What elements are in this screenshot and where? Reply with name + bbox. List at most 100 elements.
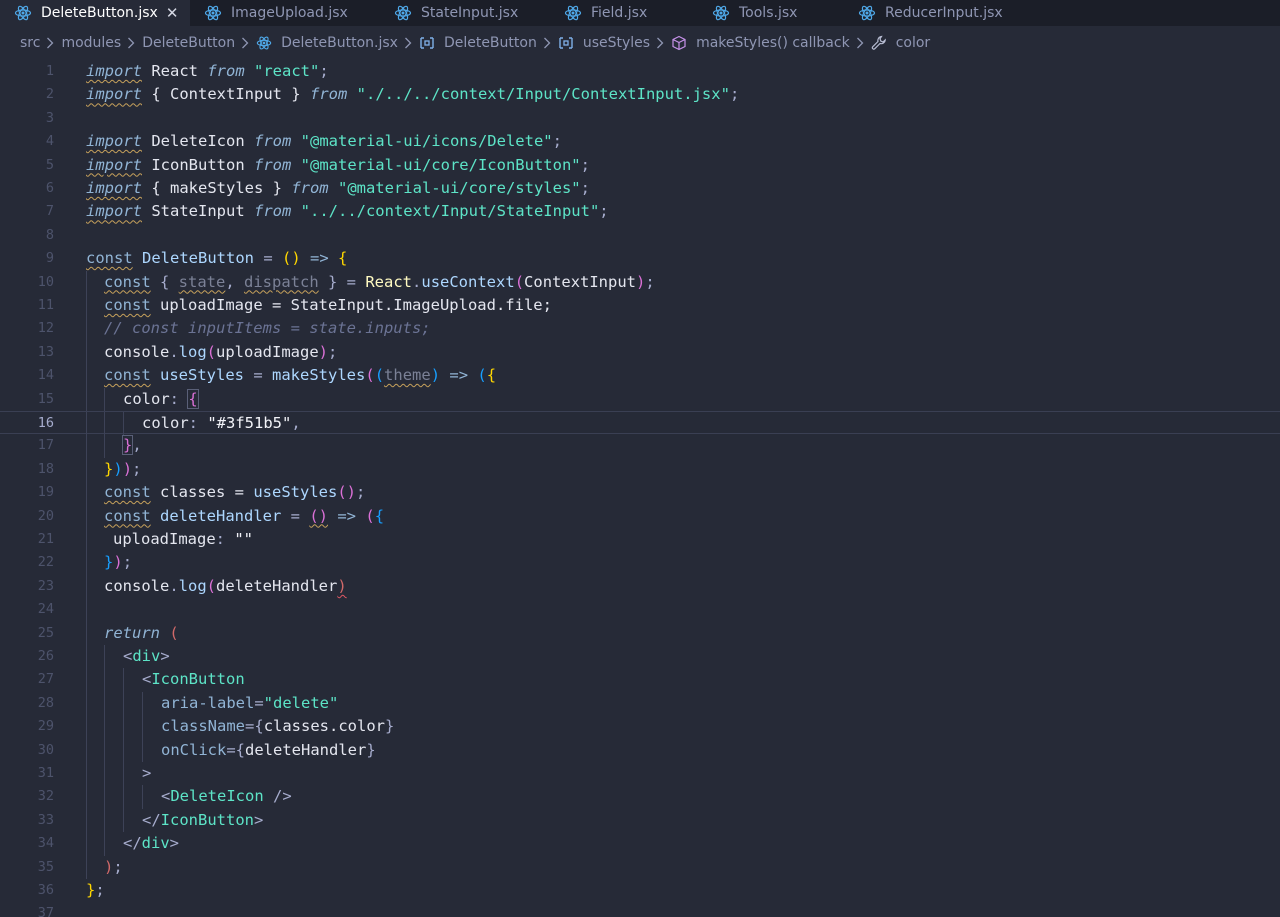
line-number: 1 [45,63,54,79]
code-line: 27 <IconButton [0,668,1280,692]
line-number: 16 [37,415,54,431]
line-number: 6 [45,180,54,196]
line-number: 24 [37,601,54,618]
tab-bar: DeleteButton.jsx ✕ ImageUpload.jsx State… [0,0,1280,26]
code-line: 5 import IconButton from "@material-ui/c… [0,154,1280,177]
code-text: ); [104,857,123,876]
breadcrumb-item-symbol[interactable]: DeleteButton [419,35,537,51]
code-line: 19 const classes = useStyles(); [0,481,1280,505]
tab-deletebutton[interactable]: DeleteButton.jsx ✕ [0,0,190,26]
code-text: console.log(deleteHandler) [104,576,347,595]
line-number: 15 [37,390,54,407]
code-text: <DeleteIcon /> [161,787,292,806]
tab-label: Field.jsx [591,5,648,21]
code-text: const deleteHandler = () => ({ [104,506,385,525]
line-number: 18 [37,460,54,477]
code-line: 35 ); [0,855,1280,879]
code-text: import React from "react"; [86,62,329,80]
code-line: 21 uploadImage: "" [0,528,1280,552]
breadcrumb: src modules DeleteButton DeleteButton.js… [0,26,1280,60]
line-number: 11 [37,297,54,313]
code-line: 10 const { state, dispatch } = React.use… [0,270,1280,294]
breadcrumb-item-callback[interactable]: makeStyles() callback [671,35,850,51]
line-number: 23 [37,577,54,594]
code-line: 1 import React from "react"; [0,60,1280,83]
line-number: 21 [37,531,54,547]
react-icon [712,5,730,21]
code-text: color: "#3f51b5", [142,414,301,432]
tab-imageupload[interactable]: ImageUpload.jsx [190,0,380,26]
tab-reducerinput[interactable]: ReducerInput.jsx [844,0,1034,26]
code-text: const uploadImage = StateInput.ImageUplo… [104,296,552,314]
code-text: </div> [123,834,180,853]
chevron-right-icon [241,37,249,49]
react-icon [14,5,32,21]
code-line: 2 import { ContextInput } from "./../../… [0,83,1280,106]
code-line: 26 <div> [0,645,1280,669]
code-editor[interactable]: 1 import React from "react"; 2 import { … [0,60,1280,917]
react-icon [394,5,412,21]
line-number: 10 [37,273,54,290]
breadcrumb-item-src[interactable]: src [20,35,40,51]
code-text: import { ContextInput } from "./../../co… [86,85,740,104]
code-text: const useStyles = makeStyles((theme) => … [104,366,497,385]
code-text: <IconButton [142,670,245,689]
tab-label: ReducerInput.jsx [885,5,1003,21]
tab-label: ImageUpload.jsx [231,5,348,21]
breadcrumb-label: useStyles [582,35,651,51]
code-text: color: { [123,388,199,409]
code-line: 14 const useStyles = makeStyles((theme) … [0,364,1280,388]
tab-label: StateInput.jsx [421,5,519,21]
line-number: 25 [37,624,54,641]
code-line: 7 import StateInput from "../../context/… [0,200,1280,223]
react-icon [858,5,876,21]
breadcrumb-item-folder[interactable]: DeleteButton [142,35,235,51]
breadcrumb-item-usestyles[interactable]: useStyles [558,35,650,51]
tab-stateinput[interactable]: StateInput.jsx [380,0,550,26]
tab-field[interactable]: Field.jsx [550,0,698,26]
line-number: 7 [45,203,54,220]
code-line: 33 </IconButton> [0,808,1280,833]
symbol-variable-icon [559,37,573,49]
line-number: 8 [45,226,54,243]
line-number: 26 [37,648,54,664]
chevron-right-icon [127,37,135,49]
code-line: 9 const DeleteButton = () => { [0,247,1280,270]
code-line: 8 [0,224,1280,247]
code-line: 4 import DeleteIcon from "@material-ui/i… [0,130,1280,153]
line-number: 14 [37,367,54,384]
code-text: import DeleteIcon from "@material-ui/ico… [86,132,562,151]
chevron-right-icon [46,37,54,49]
code-text: <div> [123,647,170,665]
code-line: 6 import { makeStyles } from "@material-… [0,177,1280,200]
line-number: 31 [37,765,54,781]
code-line: 29 className={classes.color} [0,715,1280,739]
tab-label: Tools.jsx [739,5,798,21]
line-number: 36 [37,882,54,898]
chevron-right-icon [543,37,551,49]
code-text: const { state, dispatch } = React.useCon… [104,272,655,291]
code-line: 22 }); [0,551,1280,575]
code-text: > [142,764,152,782]
line-number: 3 [45,109,54,126]
code-text: import { makeStyles } from "@material-ui… [86,179,590,197]
line-number: 34 [37,835,54,852]
breadcrumb-item-modules[interactable]: modules [61,35,121,51]
code-line: 13 console.log(uploadImage); [0,340,1280,365]
code-text: const DeleteButton = () => { [86,249,348,268]
breadcrumb-item-color[interactable]: color [871,35,930,51]
code-text: onClick={deleteHandler} [161,740,376,759]
code-line: 23 console.log(deleteHandler) [0,574,1280,599]
react-icon [204,5,222,21]
breadcrumb-item-file[interactable]: DeleteButton.jsx [256,35,398,51]
code-text: }); [104,553,133,572]
code-line: 31 > [0,762,1280,786]
chevron-right-icon [404,37,412,49]
code-line: 28 aria-label="delete" [0,691,1280,716]
code-line: 18 })); [0,457,1280,482]
code-text: aria-label="delete" [161,693,339,712]
tab-tools[interactable]: Tools.jsx [698,0,844,26]
code-line-current: 16 color: "#3f51b5", [0,411,1280,436]
line-number: 27 [37,671,54,688]
close-icon[interactable]: ✕ [166,4,179,22]
